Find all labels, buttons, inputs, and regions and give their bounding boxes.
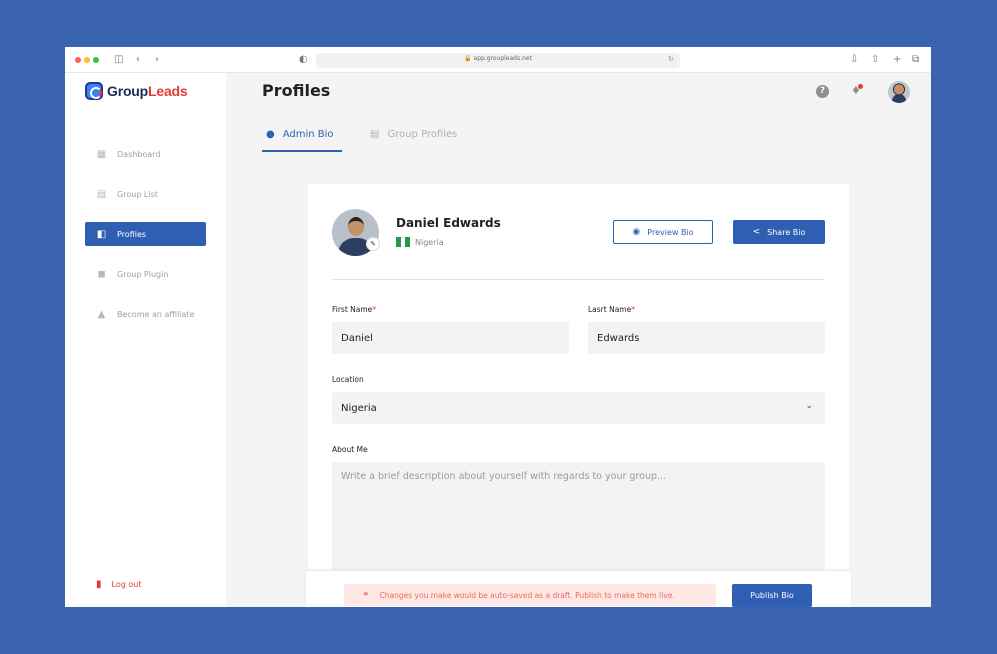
logo-text-group: Group bbox=[107, 83, 148, 99]
sidebar-item-label: Profiles bbox=[117, 229, 147, 239]
publish-bio-label: Publish Bio bbox=[750, 591, 794, 600]
required-mark: * bbox=[631, 305, 635, 314]
user-avatar[interactable] bbox=[888, 81, 910, 103]
preview-bio-button[interactable]: ◉ Preview Bio bbox=[613, 220, 713, 244]
share-bio-label: Share Bio bbox=[767, 227, 806, 237]
logo-text: GroupLeads bbox=[107, 83, 188, 99]
first-name-value: Daniel bbox=[341, 332, 373, 344]
logout-icon: ▮ bbox=[96, 579, 102, 590]
location-value: Nigeria bbox=[341, 402, 377, 414]
url-value: app.groupleads.net bbox=[473, 55, 532, 62]
photo-head bbox=[348, 217, 364, 236]
sidebar-item-group-plugin[interactable]: ◼ Group Plugin bbox=[85, 262, 206, 286]
tabs-icon[interactable]: ⧉ bbox=[912, 53, 919, 67]
sidebar-toggle-icon[interactable]: ◫ bbox=[114, 53, 123, 67]
tab-group-profiles[interactable]: ▤ Group Profiles bbox=[370, 129, 457, 140]
logout-label: Log out bbox=[111, 580, 142, 589]
share-icon[interactable]: ⇧ bbox=[871, 53, 879, 67]
location-select[interactable]: Nigeria ⌄ bbox=[332, 392, 825, 424]
share-icon: < bbox=[752, 227, 761, 237]
sidebar-item-group-list[interactable]: ▤ Group List bbox=[85, 182, 206, 206]
cards-icon: ▤ bbox=[370, 129, 380, 140]
share-bio-button[interactable]: < Share Bio bbox=[733, 220, 825, 244]
tab-label: Group Profiles bbox=[387, 129, 458, 140]
help-icon[interactable]: ? bbox=[816, 85, 829, 98]
sidebar-item-label: Dashboard bbox=[117, 149, 161, 159]
users-icon: ● bbox=[266, 129, 275, 140]
close-window-button[interactable] bbox=[75, 57, 81, 63]
sidebar-item-become-affiliate[interactable]: ▲ Become an affiliate bbox=[85, 302, 206, 326]
active-tab-indicator bbox=[262, 150, 342, 152]
download-icon[interactable]: ⇩ bbox=[850, 53, 858, 67]
autosave-note: ⚭ Changes you make would be auto-saved a… bbox=[344, 584, 716, 606]
last-name-field[interactable]: Edwards bbox=[588, 322, 825, 354]
sidebar-item-profiles[interactable]: ◧ Profiles bbox=[85, 222, 206, 246]
document-icon: ▤ bbox=[96, 188, 107, 200]
nigeria-flag-icon bbox=[396, 237, 411, 247]
required-mark: * bbox=[372, 305, 377, 314]
logo-mark-icon bbox=[85, 82, 103, 100]
url-text: 🔒 app.groupleads.net bbox=[464, 55, 532, 62]
dashboard-icon: ▦ bbox=[96, 148, 107, 160]
app-window: ◫ ‹ › ◐ 🔒 app.groupleads.net ↻ ⇩ ⇧ + ⧉ G… bbox=[65, 47, 931, 607]
notification-bell-icon[interactable]: ♦ bbox=[851, 84, 863, 97]
page-title: Profiles bbox=[262, 81, 331, 100]
first-name-label-text: First Name bbox=[332, 305, 373, 314]
first-name-label: First Name* bbox=[332, 305, 376, 314]
last-name-value: Edwards bbox=[597, 332, 640, 344]
forward-icon[interactable]: › bbox=[155, 53, 159, 67]
profile-card: ✎ Daniel Edwards Nigeria ◉ Preview Bio <… bbox=[308, 184, 849, 607]
profile-icon: ◧ bbox=[96, 228, 107, 240]
shield-icon[interactable]: ◐ bbox=[299, 53, 308, 67]
edit-photo-icon[interactable]: ✎ bbox=[366, 237, 380, 251]
sidebar-item-label: Become an affiliate bbox=[117, 309, 195, 319]
autosave-note-text: Changes you make would be auto-saved as … bbox=[379, 590, 675, 600]
tab-admin-bio[interactable]: ● Admin Bio bbox=[266, 129, 334, 140]
profile-location: Nigeria bbox=[396, 237, 444, 247]
chevron-down-icon: ⌄ bbox=[805, 401, 813, 411]
last-name-label: Lasrt Name* bbox=[588, 305, 635, 314]
logo[interactable]: GroupLeads bbox=[85, 80, 188, 102]
profile-name: Daniel Edwards bbox=[396, 216, 501, 230]
thumbs-up-icon: ▲ bbox=[97, 308, 106, 320]
back-icon[interactable]: ‹ bbox=[136, 53, 140, 67]
sidebar-item-label: Group Plugin bbox=[117, 269, 169, 279]
link-icon: ⚭ bbox=[362, 590, 370, 600]
new-tab-icon[interactable]: + bbox=[893, 53, 901, 67]
sidebar-item-dashboard[interactable]: ▦ Dashboard bbox=[85, 142, 206, 166]
minimize-window-button[interactable] bbox=[84, 57, 90, 63]
about-me-label: About Me bbox=[332, 445, 368, 454]
logo-text-leads: Leads bbox=[148, 83, 188, 99]
maximize-window-button[interactable] bbox=[93, 57, 99, 63]
footer-bar: ⚭ Changes you make would be auto-saved a… bbox=[306, 570, 851, 607]
location-label: Location bbox=[332, 375, 364, 384]
about-me-placeholder: Write a brief description about yourself… bbox=[341, 471, 667, 482]
browser-toolbar: ◫ ‹ › ◐ 🔒 app.groupleads.net ↻ ⇩ ⇧ + ⧉ bbox=[65, 47, 931, 73]
sidebar-item-label: Group List bbox=[117, 189, 158, 199]
logout-button[interactable]: ▮ Log out bbox=[96, 579, 141, 590]
address-bar[interactable]: 🔒 app.groupleads.net ↻ bbox=[316, 53, 680, 68]
profile-location-text: Nigeria bbox=[415, 237, 444, 247]
eye-icon: ◉ bbox=[632, 227, 641, 237]
tab-label: Admin Bio bbox=[282, 129, 334, 140]
first-name-field[interactable]: Daniel bbox=[332, 322, 569, 354]
plugin-icon: ◼ bbox=[97, 268, 106, 280]
divider bbox=[332, 279, 825, 280]
sidebar: GroupLeads ▦ Dashboard ▤ Group List ◧ Pr… bbox=[65, 73, 226, 607]
publish-bio-button[interactable]: Publish Bio bbox=[732, 584, 812, 607]
reload-icon[interactable]: ↻ bbox=[668, 55, 674, 63]
last-name-label-text: Lasrt Name bbox=[588, 305, 632, 314]
preview-bio-label: Preview Bio bbox=[647, 227, 694, 237]
